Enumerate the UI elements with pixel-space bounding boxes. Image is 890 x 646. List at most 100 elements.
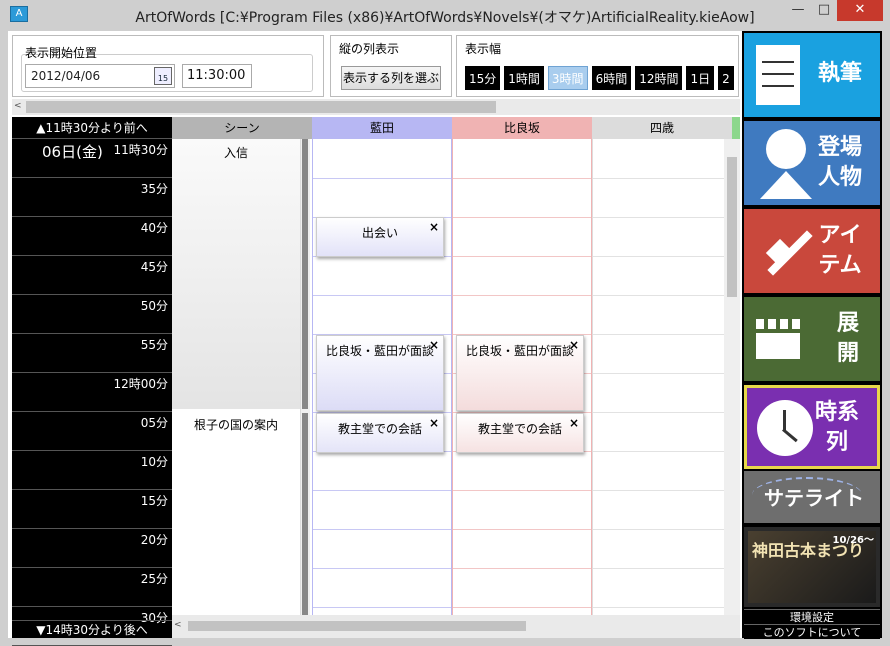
nav-label: 執筆 [817,61,862,86]
range-6hour-button[interactable]: 6時間 [591,66,632,90]
event-card[interactable]: 出会い × [316,217,444,257]
time-label: 45分 [140,260,168,274]
event-label: 比良坂・藍田が面談 [465,344,574,358]
nav-label: サテライト [764,486,864,510]
nav-timeline-button[interactable]: 時系列 [744,385,880,469]
time-row: 15分 [12,490,172,529]
time-label: 55分 [140,338,168,352]
scene-block[interactable]: 根子の国の案内 [172,411,300,615]
person-icon [756,129,816,201]
time-label: 40分 [140,221,168,235]
range-buttons: 15分 1時間 3時間 6時間 12時間 1日 2 [465,66,738,90]
time-label: 35分 [140,182,168,196]
sword-icon [756,223,816,283]
kanda-banner[interactable]: 神田古本まつり 10/26〜 [744,527,880,607]
column-header-scene[interactable]: シーン [172,117,312,139]
nav-characters-button[interactable]: 登場人物 [744,121,880,205]
scene-column: 入信 根子の国の案内 [172,139,312,615]
nav-label: アイテム [818,223,862,278]
event-label: 出会い [361,226,398,240]
time-input[interactable]: 11:30:00 [182,64,252,88]
document-icon [756,45,800,105]
grid-line [593,607,732,608]
nav-satellite-button[interactable]: サテライト [744,471,880,523]
delete-event-icon[interactable]: × [569,416,579,430]
column-header-hirasaka[interactable]: 比良坂 [452,117,592,139]
time-label: 05分 [140,416,168,430]
scene-duration-bar[interactable] [302,413,308,615]
range-group: 表示幅 15分 1時間 3時間 6時間 12時間 1日 2 [456,35,739,97]
event-label: 教主堂での会話 [337,422,422,436]
range-12hour-button[interactable]: 12時間 [635,66,683,90]
grid-line [313,295,451,296]
grid-line [593,451,732,452]
calendar-icon[interactable]: 15 [154,67,172,85]
time-label: 20分 [140,533,168,547]
date-label: 06日(金) [42,143,103,161]
settings-link[interactable]: 環境設定 [744,609,880,624]
event-card[interactable]: 比良坂・藍田が面談 × [316,335,444,411]
range-label: 表示幅 [465,42,502,56]
grid-line [593,373,732,374]
grid-line [453,568,591,569]
scroll-thumb[interactable] [26,101,496,113]
column-header-shisai[interactable]: 四歳 [592,117,732,139]
event-card[interactable]: 教主堂での会話 × [456,413,584,453]
earlier-button[interactable]: ▲11時30分より前へ [12,117,172,139]
delete-event-icon[interactable]: × [429,416,439,430]
app-window: A ArtOfWords [C:¥Program Files (x86)¥Art… [0,0,890,646]
bottom-horizontal-scrollbar[interactable]: < [172,615,740,638]
range-15min-button[interactable]: 15分 [465,66,501,90]
scroll-thumb[interactable] [188,621,526,631]
time-row: 25分 [12,568,172,607]
vertical-scrollbar[interactable] [724,139,740,615]
nav-label: 展開 [836,311,859,366]
title-bar: A ArtOfWords [C:¥Program Files (x86)¥Art… [0,0,890,31]
maximize-button[interactable]: □ [811,0,837,21]
grid-line [593,490,732,491]
nav-items-button[interactable]: アイテム [744,209,880,293]
nav-plot-button[interactable]: 展開 [744,297,880,381]
delete-event-icon[interactable]: × [429,220,439,234]
time-row: 35分 [12,178,172,217]
grid-line [453,295,591,296]
range-2day-button[interactable]: 2 [718,66,734,90]
about-link[interactable]: このソフトについて [744,624,880,639]
delete-event-icon[interactable]: × [429,338,439,352]
banner-date: 10/26〜 [832,535,874,546]
time-row: 55分 [12,334,172,373]
grid-line [453,607,591,608]
scene-block[interactable]: 入信 [172,139,300,409]
top-horizontal-scrollbar[interactable]: < [12,99,740,115]
grid-line [453,217,591,218]
grid-line [313,529,451,530]
grid-line [593,295,732,296]
time-label: 10分 [140,455,168,469]
close-button[interactable]: ✕ [837,0,883,21]
range-1day-button[interactable]: 1日 [686,66,715,90]
scroll-left-arrow-icon[interactable]: < [14,101,22,111]
clock-icon [757,400,813,456]
range-1hour-button[interactable]: 1時間 [504,66,544,90]
start-position-group: 表示開始位置 2012/04/06 15 11:30:00 [12,35,324,97]
range-3hour-button[interactable]: 3時間 [547,66,588,90]
time-row: 20分 [12,529,172,568]
grid-line [453,490,591,491]
start-position-label: 表示開始位置 [25,46,98,60]
scene-duration-bar[interactable] [302,139,308,409]
minimize-button[interactable]: — [785,0,811,21]
event-card[interactable]: 比良坂・藍田が面談 × [456,335,584,411]
later-button[interactable]: ▼14時30分より後へ [12,620,172,638]
window-title: ArtOfWords [C:¥Program Files (x86)¥ArtOf… [135,10,755,26]
delete-event-icon[interactable]: × [569,338,579,352]
choose-columns-button[interactable]: 表示する列を選ぶ [341,66,441,90]
clapperboard-icon [756,319,804,359]
time-column: ▲11時30分より前へ 06日(金) 11時30分 35分 40分 45分 50分 55分 1… [12,117,172,646]
grid-line [453,256,591,257]
column-header-aida[interactable]: 藍田 [312,117,452,139]
nav-writing-button[interactable]: 執筆 [744,33,880,117]
date-picker[interactable]: 2012/04/06 15 [25,64,175,88]
scroll-thumb[interactable] [727,157,737,297]
event-card[interactable]: 教主堂での会話 × [316,413,444,453]
scroll-left-arrow-icon[interactable]: < [174,620,182,630]
